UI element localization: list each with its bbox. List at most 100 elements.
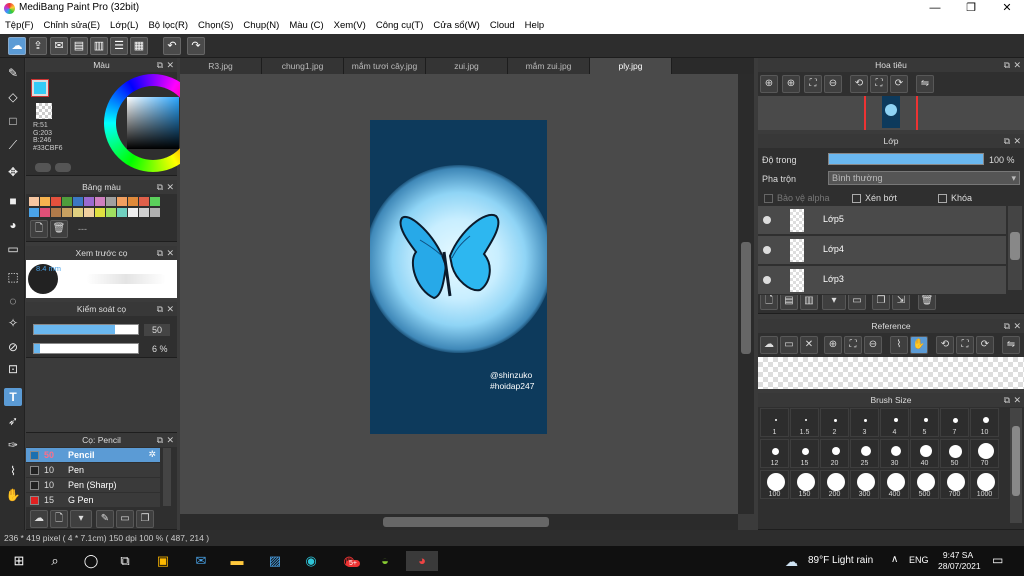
- zoom-in-alt-icon[interactable]: ⊕: [782, 75, 800, 93]
- grid-icon[interactable]: ▦: [130, 37, 148, 55]
- fit-icon[interactable]: ⛶: [804, 75, 822, 93]
- palette-swatch[interactable]: [95, 208, 105, 217]
- palette-swatch[interactable]: [128, 208, 138, 217]
- brush-size-option[interactable]: 1.5: [790, 408, 819, 437]
- add-palette-icon[interactable]: 🗋: [30, 220, 48, 238]
- horizontal-scrollbar[interactable]: [180, 514, 738, 530]
- brush-size-option[interactable]: 400: [880, 470, 909, 499]
- rotate-right-icon[interactable]: ⟳: [976, 336, 994, 354]
- rotate-right-icon[interactable]: ⟳: [890, 75, 908, 93]
- palette-swatch[interactable]: [106, 208, 116, 217]
- hand-tool-icon[interactable]: ✋: [4, 486, 22, 504]
- brush-size-option[interactable]: 5: [910, 408, 939, 437]
- brush-size-option[interactable]: 70: [970, 439, 999, 468]
- divide-tool-icon[interactable]: ✑: [4, 436, 22, 454]
- brush-size-option[interactable]: 1: [760, 408, 789, 437]
- fill-rect-tool-icon[interactable]: ■: [4, 192, 22, 210]
- mail-icon[interactable]: ✉: [190, 551, 212, 571]
- edit-brush-icon[interactable]: ✎: [96, 510, 114, 528]
- panel-close-icon[interactable]: ✕: [1013, 393, 1021, 407]
- tab-chung1[interactable]: chung1.jpg: [262, 58, 344, 74]
- close-reference-icon[interactable]: ✕: [800, 336, 818, 354]
- cloud-brush-icon[interactable]: ☁: [30, 510, 48, 528]
- undock-icon[interactable]: ⧉: [1004, 393, 1010, 407]
- palette-swatch[interactable]: [51, 208, 61, 217]
- palette-swatches[interactable]: [28, 196, 160, 218]
- menu-filter[interactable]: Bộ lọc(R): [143, 20, 193, 31]
- folder-brush-icon[interactable]: ▭: [116, 510, 134, 528]
- brush-size-option[interactable]: 300: [850, 470, 879, 499]
- notification-icon[interactable]: ▭: [992, 553, 1003, 567]
- panel-close-icon[interactable]: ✕: [1013, 134, 1021, 148]
- palette-swatch[interactable]: [73, 197, 83, 206]
- undock-icon[interactable]: ⧉: [1004, 134, 1010, 148]
- panel-close-icon[interactable]: ✕: [166, 180, 174, 194]
- horizontal-scroll-thumb[interactable]: [383, 517, 549, 527]
- gradient-tool-icon[interactable]: ▭: [4, 240, 22, 258]
- brush-opacity-slider[interactable]: [33, 343, 139, 354]
- palette-swatch[interactable]: [73, 208, 83, 217]
- background-color-swatch[interactable]: [36, 103, 52, 119]
- eye-icon[interactable]: [763, 246, 771, 254]
- eyedropper-toggle[interactable]: [55, 163, 71, 172]
- palette-swatch[interactable]: [139, 208, 149, 217]
- eye-icon[interactable]: [763, 216, 771, 224]
- tab-zui[interactable]: zui.jpg: [426, 58, 508, 74]
- brush-size-option[interactable]: 7: [940, 408, 969, 437]
- list-icon[interactable]: ☰: [110, 37, 128, 55]
- brush-size-option[interactable]: 4: [880, 408, 909, 437]
- rotate-left-icon[interactable]: ⟲: [850, 75, 868, 93]
- menu-select[interactable]: Chọn(S): [193, 20, 238, 31]
- brush-size-option[interactable]: 200: [820, 470, 849, 499]
- comment-icon[interactable]: ▤: [70, 37, 88, 55]
- menu-cloud[interactable]: Cloud: [485, 20, 520, 31]
- fit-screen-icon[interactable]: ⛶: [870, 75, 888, 93]
- palette-swatch[interactable]: [40, 208, 50, 217]
- brush-size-option[interactable]: 15: [790, 439, 819, 468]
- palette-swatch[interactable]: [40, 197, 50, 206]
- eyedropper-icon[interactable]: ⌇: [890, 336, 908, 354]
- palette-swatch[interactable]: [128, 197, 138, 206]
- cloud-reference-icon[interactable]: ☁: [760, 336, 778, 354]
- palette-swatch[interactable]: [84, 208, 94, 217]
- redo-icon[interactable]: ↷: [187, 37, 205, 55]
- saturation-value-square[interactable]: [127, 97, 179, 149]
- flip-icon[interactable]: ⇋: [916, 75, 934, 93]
- game-icon[interactable]: ◒: [374, 551, 396, 571]
- menu-color[interactable]: Màu (C): [284, 20, 328, 31]
- vertical-scroll-thumb[interactable]: [741, 242, 751, 354]
- brush-list-item[interactable]: 50 Pencil ✲: [26, 448, 160, 462]
- brush-size-option[interactable]: 150: [790, 470, 819, 499]
- file-explorer-icon[interactable]: ▬: [226, 551, 248, 571]
- undock-icon[interactable]: ⧉: [1004, 58, 1010, 72]
- foreground-color-swatch[interactable]: [32, 80, 48, 96]
- reference-canvas[interactable]: [758, 357, 1024, 389]
- fit-screen-icon[interactable]: ⛶: [956, 336, 974, 354]
- navigator-viewport[interactable]: [864, 96, 918, 130]
- minimize-button[interactable]: —: [918, 0, 952, 17]
- delete-palette-icon[interactable]: 🗑: [50, 220, 68, 238]
- palette-swatch[interactable]: [84, 197, 94, 206]
- panel-close-icon[interactable]: ✕: [166, 302, 174, 316]
- brush-size-option[interactable]: 1000: [970, 470, 999, 499]
- flip-icon[interactable]: ⇋: [1002, 336, 1020, 354]
- menu-window[interactable]: Cửa sổ(W): [428, 20, 484, 31]
- protect-alpha-checkbox[interactable]: Bảo vệ alpha: [764, 193, 830, 204]
- maximize-button[interactable]: ❐: [954, 0, 988, 17]
- brush-size-scrollbar[interactable]: [1010, 408, 1022, 523]
- tab-ply[interactable]: ply.jpg: [590, 58, 672, 74]
- tab-mam-tuoi-cay[interactable]: mắm tươi cây.jpg: [344, 58, 426, 74]
- menu-tools[interactable]: Công cụ(T): [371, 20, 429, 31]
- palette-swatch[interactable]: [150, 197, 160, 206]
- palette-swatch[interactable]: [150, 208, 160, 217]
- navigator-preview[interactable]: [758, 96, 1024, 130]
- select-eraser-tool-icon[interactable]: ⊡: [4, 360, 22, 378]
- lasso-tool-icon[interactable]: ◌: [4, 292, 22, 310]
- palette-swatch[interactable]: [62, 197, 72, 206]
- brush-settings-icon[interactable]: ✲: [148, 449, 156, 460]
- clock[interactable]: 9:47 SA 28/07/2021: [938, 550, 981, 572]
- brush-size-option[interactable]: 50: [940, 439, 969, 468]
- zoom-in-icon[interactable]: ⊕: [760, 75, 778, 93]
- layer-row[interactable]: Lớp4: [758, 236, 1006, 265]
- task-view-icon[interactable]: ⧉: [114, 551, 136, 571]
